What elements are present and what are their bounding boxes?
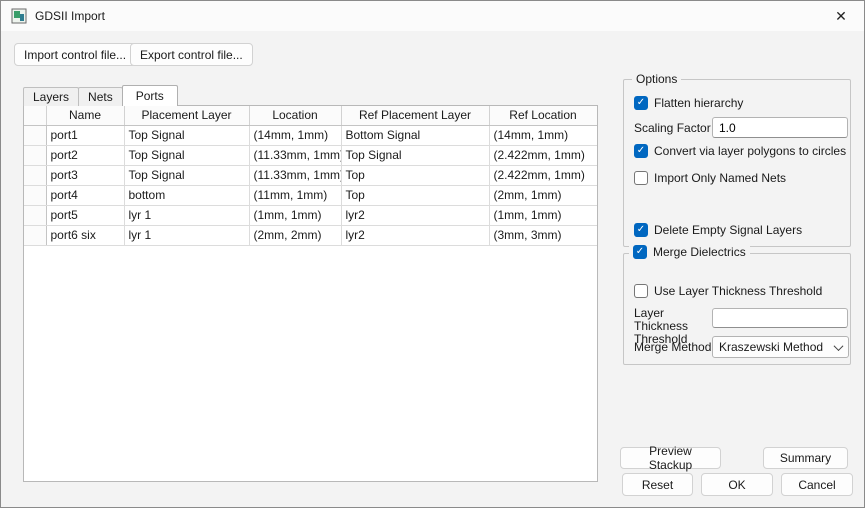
table-row[interactable]: port5 lyr 1 (1mm, 1mm) lyr2 (1mm, 1mm) [24, 205, 597, 226]
table-cell[interactable]: Top Signal [341, 145, 490, 166]
column-header[interactable]: Ref Location [489, 106, 597, 126]
row-selector[interactable] [24, 225, 47, 246]
table-cell[interactable]: port6 six [46, 225, 125, 246]
column-header[interactable] [24, 106, 47, 126]
table-row[interactable]: port2 Top Signal (11.33mm, 1mm) Top Signal(… [24, 145, 597, 166]
column-header[interactable]: Placement Layer [124, 106, 250, 126]
app-icon [11, 8, 27, 24]
row-selector[interactable] [24, 165, 47, 186]
cancel-button[interactable]: Cancel [781, 473, 853, 496]
tab-layers[interactable]: Layers [23, 87, 80, 106]
row-selector[interactable] [24, 185, 47, 206]
title-bar: GDSII Import ✕ [1, 1, 864, 31]
column-header[interactable]: Name [46, 106, 125, 126]
ports-table-area: Name Placement Layer Location Ref Placement… [23, 105, 598, 482]
table-cell[interactable]: bottom [124, 185, 250, 206]
table-cell[interactable]: (2mm, 2mm) [249, 225, 342, 246]
row-selector[interactable] [24, 125, 47, 146]
table-cell[interactable]: (11mm, 1mm) [249, 185, 342, 206]
checkbox-label: Delete Empty Signal Layers [654, 223, 803, 237]
table-cell[interactable]: (11.33mm, 1mm) [249, 165, 342, 186]
table-cell[interactable]: lyr 1 [124, 225, 250, 246]
scaling-factor-input[interactable] [712, 117, 848, 138]
export-control-file-button[interactable]: Export control file... [130, 43, 253, 66]
checkbox-icon [634, 171, 648, 185]
table-cell[interactable]: (1mm, 1mm) [249, 205, 342, 226]
window-title: GDSII Import [35, 9, 106, 23]
tab-ports[interactable]: Ports [121, 85, 178, 106]
layer-thickness-threshold-input[interactable] [712, 308, 848, 328]
checkbox-label: Import Only Named Nets [654, 171, 787, 185]
table-cell[interactable]: (11.33mm, 1mm) [249, 145, 342, 166]
merge-dielectrics-checkbox[interactable]: ✓ Merge Dielectrics [629, 245, 750, 259]
table-cell[interactable]: Top [341, 165, 490, 186]
checkbox-icon: ✓ [634, 223, 648, 237]
table-row[interactable]: port1 Top Signal (14mm, 1mm) Bottom Signal(… [24, 125, 597, 146]
tab-nets[interactable]: Nets [78, 87, 123, 106]
table-row[interactable]: port4 bottom (11mm, 1mm) Top (2mm, 1mm) [24, 185, 597, 206]
options-group-title: Options [632, 72, 682, 86]
checkbox-icon: ✓ [634, 144, 648, 158]
row-selector[interactable] [24, 205, 47, 226]
checkbox-icon: ✓ [634, 96, 648, 110]
table-cell[interactable]: Top Signal [124, 165, 250, 186]
delete-empty-signal-layers-checkbox[interactable]: ✓ Delete Empty Signal Layers [634, 223, 802, 237]
table-cell[interactable]: Top [341, 185, 490, 206]
column-header[interactable]: Ref Placement Layer [341, 106, 490, 126]
column-header[interactable]: Location [249, 106, 342, 126]
table-cell[interactable]: Top Signal [124, 145, 250, 166]
use-layer-thickness-threshold-checkbox[interactable]: Use Layer Thickness Threshold [634, 284, 822, 298]
table-cell[interactable]: (14mm, 1mm) [249, 125, 342, 146]
merge-method-value: Kraszewski Method [719, 340, 824, 354]
close-icon[interactable]: ✕ [818, 1, 864, 31]
options-group: Options ✓ Flatten hierarchy Scaling Fact… [623, 72, 851, 247]
checkbox-icon [634, 284, 648, 298]
chevron-down-icon [833, 340, 844, 351]
table-cell[interactable]: (3mm, 3mm) [489, 225, 597, 246]
table-cell[interactable]: (2.422mm, 1mm) [489, 145, 597, 166]
ports-table: Name Placement Layer Location Ref Placement… [24, 106, 597, 246]
ok-button[interactable]: OK [701, 473, 773, 496]
tab-bar: Layers Nets Ports [23, 85, 178, 106]
table-cell[interactable]: (1mm, 1mm) [489, 205, 597, 226]
scaling-factor-label: Scaling Factor [634, 121, 711, 135]
import-control-file-button[interactable]: Import control file... [14, 43, 137, 66]
table-cell[interactable]: (2mm, 1mm) [489, 185, 597, 206]
merge-dielectrics-group: ✓ Merge Dielectrics Use Layer Thickness … [623, 245, 851, 365]
import-only-named-nets-checkbox[interactable]: Import Only Named Nets [634, 171, 786, 185]
table-cell[interactable]: lyr2 [341, 205, 490, 226]
table-cell[interactable]: Top Signal [124, 125, 250, 146]
merge-method-dropdown[interactable]: Kraszewski Method [712, 336, 849, 358]
summary-button[interactable]: Summary [763, 447, 848, 469]
reset-button[interactable]: Reset [622, 473, 693, 496]
table-cell[interactable]: (2.422mm, 1mm) [489, 165, 597, 186]
table-cell[interactable]: port3 [46, 165, 125, 186]
table-row[interactable]: port3 Top Signal (11.33mm, 1mm) Top (2.422mm… [24, 165, 597, 186]
preview-stackup-button[interactable]: Preview Stackup [620, 444, 721, 472]
table-cell[interactable]: port2 [46, 145, 125, 166]
table-cell[interactable]: lyr 1 [124, 205, 250, 226]
flatten-hierarchy-checkbox[interactable]: ✓ Flatten hierarchy [634, 96, 743, 110]
table-row[interactable]: port6 six lyr 1 (2mm, 2mm) lyr2 (3mm, 3mm) [24, 225, 597, 246]
row-selector[interactable] [24, 145, 47, 166]
merge-method-label: Merge Method [634, 340, 712, 354]
gdsii-import-dialog: GDSII Import ✕ Import control file... Ex… [0, 0, 865, 508]
table-cell[interactable]: (14mm, 1mm) [489, 125, 597, 146]
convert-via-polygons-checkbox[interactable]: ✓ Convert via layer polygons to circles [634, 144, 846, 158]
table-cell[interactable]: Bottom Signal [341, 125, 490, 146]
checkbox-label: Use Layer Thickness Threshold [654, 284, 823, 298]
checkbox-label: Merge Dielectrics [653, 245, 746, 259]
table-cell[interactable]: lyr2 [341, 225, 490, 246]
checkbox-icon: ✓ [633, 245, 647, 259]
table-cell[interactable]: port1 [46, 125, 125, 146]
table-cell[interactable]: port5 [46, 205, 125, 226]
table-cell[interactable]: port4 [46, 185, 125, 206]
checkbox-label: Flatten hierarchy [654, 96, 744, 110]
checkbox-label: Convert via layer polygons to circles [654, 144, 847, 158]
